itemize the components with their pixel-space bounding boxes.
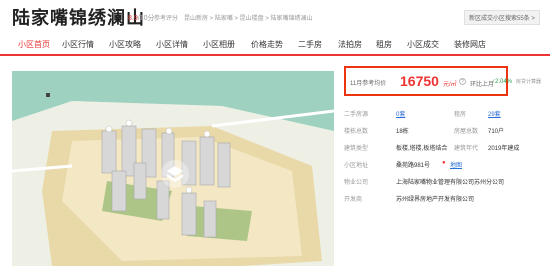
nav-active-underline xyxy=(14,54,54,56)
type-value: 板楼,塔楼,板塔结合 xyxy=(396,146,448,152)
map-illustration xyxy=(12,71,334,266)
tab-guide[interactable]: 小区攻略 xyxy=(109,39,141,50)
info-panel: 11月参考均价 16750 元/㎡ ? 环比上月 ↑2.04% 房贷计算器 二手… xyxy=(344,66,550,266)
price-box: 11月参考均价 16750 元/㎡ ? 环比上月 ↑2.04% xyxy=(344,66,512,96)
developer-label: 开发商 xyxy=(344,197,363,203)
address-label: 小区地址 xyxy=(344,163,369,169)
year-value: 2019年建成 xyxy=(488,146,520,152)
developer-value: 苏州绿界房地产开发有限公司 xyxy=(396,197,475,203)
tab-auction[interactable]: 法拍房 xyxy=(338,39,362,50)
buildings-value: 18栋 xyxy=(396,129,409,135)
tab-rent[interactable]: 租房 xyxy=(376,39,392,50)
mortgage-calculator-link[interactable]: 房贷计算器 xyxy=(516,78,541,85)
households-label: 房屋总数 xyxy=(454,129,479,135)
address-value: 桑苑路981号 xyxy=(396,163,431,169)
buildings-label: 楼栋总数 xyxy=(344,129,369,135)
map-pin-icon: ● xyxy=(442,160,446,166)
score-label: 参考评分 xyxy=(154,16,179,22)
page-title: 陆家嘴锦绣澜山 xyxy=(12,8,145,28)
tab-deals[interactable]: 小区成交 xyxy=(407,39,439,50)
map-link[interactable]: 地图 xyxy=(450,160,462,169)
breadcrumb[interactable]: 昆山新房 > 陆家嘴 > 昆山楼盘 > 陆家嘴锦绣澜山 xyxy=(184,13,313,22)
help-icon[interactable]: ? xyxy=(459,78,466,85)
tab-album[interactable]: 小区相册 xyxy=(203,39,235,50)
rent-label: 租房 xyxy=(454,112,467,118)
title-row: 陆家嘴锦绣澜山 8.9/10分 参考评分 昆山新房 > 陆家嘴 > 昆山楼盘 >… xyxy=(12,0,550,32)
community-3d-map[interactable] xyxy=(12,71,334,266)
type-label: 建筑类型 xyxy=(344,146,369,152)
mom-label: 环比上月 xyxy=(470,82,495,88)
tab-home[interactable]: 小区首页 xyxy=(18,39,50,50)
secondhand-label: 二手房源 xyxy=(344,112,369,118)
tab-decoration[interactable]: 装修网店 xyxy=(454,39,486,50)
mom-value: ↑2.04% xyxy=(492,79,513,85)
price-label: 11月参考均价 xyxy=(350,81,387,87)
nearby-search-link[interactable]: 新区成交小区搜索55条 > xyxy=(464,10,540,25)
property-label: 物业公司 xyxy=(344,180,369,186)
tab-details[interactable]: 小区详情 xyxy=(156,39,188,50)
year-label: 建筑年代 xyxy=(454,146,479,152)
price-unit: 元/㎡ xyxy=(443,82,457,88)
tab-price-trend[interactable]: 价格走势 xyxy=(251,39,283,50)
score: 8.9/10分 xyxy=(128,13,154,23)
secondhand-value[interactable]: 0套 xyxy=(396,109,405,118)
tab-market[interactable]: 小区行情 xyxy=(62,39,94,50)
score-value: 8.9 xyxy=(128,15,138,22)
tab-secondhand[interactable]: 二手房 xyxy=(298,39,322,50)
rent-value[interactable]: 29套 xyxy=(488,109,501,118)
households-value: 710户 xyxy=(488,129,505,135)
main-nav: 小区首页 小区行情 小区攻略 小区详情 小区相册 价格走势 二手房 法拍房 租房… xyxy=(0,36,550,56)
score-unit: /10分 xyxy=(137,15,155,22)
price-value: 16750 xyxy=(400,73,439,89)
property-value: 上海陆家嘴物业管理有限公司苏州分公司 xyxy=(396,180,505,186)
